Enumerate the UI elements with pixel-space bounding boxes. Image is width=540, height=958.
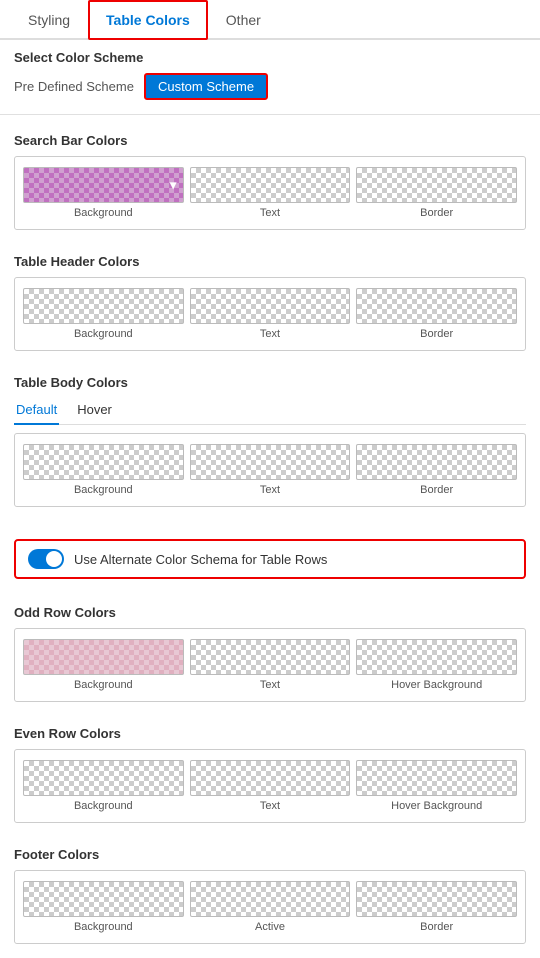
even-text-swatch[interactable]: Text [190,760,351,812]
footer-active-color[interactable] [190,881,351,917]
footer-active-swatch[interactable]: Active [190,881,351,933]
body-text-label: Text [260,484,280,496]
odd-hover-bg-label: Hover Background [391,679,482,691]
body-border-color[interactable] [356,444,517,480]
footer-bg-label: Background [74,921,133,933]
footer-border-color[interactable] [356,881,517,917]
footer-title: Footer Colors [14,847,526,862]
header-bg-color[interactable] [23,288,184,324]
toggle-label: Use Alternate Color Schema for Table Row… [74,552,327,567]
table-header-swatches: Background Text Border [14,277,526,351]
odd-hover-bg-swatch[interactable]: Hover Background [356,639,517,691]
search-bar-title: Search Bar Colors [14,133,526,148]
odd-bg-swatch[interactable]: Background [23,639,184,691]
alternate-color-toggle-row: Use Alternate Color Schema for Table Row… [14,539,526,579]
search-border-swatch[interactable]: Border [356,167,517,219]
body-text-color[interactable] [190,444,351,480]
odd-text-label: Text [260,679,280,691]
search-bg-color[interactable] [23,167,184,203]
even-text-color[interactable] [190,760,351,796]
search-text-swatch[interactable]: Text [190,167,351,219]
color-scheme-section: Select Color Scheme Pre Defined Scheme C… [0,40,540,110]
odd-bg-label: Background [74,679,133,691]
header-border-label: Border [420,328,453,340]
body-border-label: Border [420,484,453,496]
odd-bg-color[interactable] [23,639,184,675]
odd-row-section: Odd Row Colors Background Text Hover Bac… [0,595,540,716]
footer-section: Footer Colors Background Active Border [0,837,540,958]
body-border-swatch[interactable]: Border [356,444,517,496]
footer-bg-swatch[interactable]: Background [23,881,184,933]
odd-row-title: Odd Row Colors [14,605,526,620]
sub-tab-default[interactable]: Default [14,398,59,425]
body-bg-swatch[interactable]: Background [23,444,184,496]
toggle-section: Use Alternate Color Schema for Table Row… [0,521,540,595]
header-text-label: Text [260,328,280,340]
search-bar-swatches: Background Text Border [14,156,526,230]
search-text-label: Text [260,207,280,219]
tab-styling[interactable]: Styling [10,0,88,40]
even-row-title: Even Row Colors [14,726,526,741]
odd-hover-bg-color[interactable] [356,639,517,675]
footer-bg-color[interactable] [23,881,184,917]
alternate-color-toggle[interactable] [28,549,64,569]
even-text-label: Text [260,800,280,812]
even-hover-bg-swatch[interactable]: Hover Background [356,760,517,812]
even-row-section: Even Row Colors Background Text Hover Ba… [0,716,540,837]
search-border-color[interactable] [356,167,517,203]
odd-text-swatch[interactable]: Text [190,639,351,691]
color-scheme-title: Select Color Scheme [14,50,526,65]
header-bg-label: Background [74,328,133,340]
header-text-swatch[interactable]: Text [190,288,351,340]
tab-other[interactable]: Other [208,0,279,40]
search-bg-swatch[interactable]: Background [23,167,184,219]
footer-swatches: Background Active Border [14,870,526,944]
table-body-swatches: Background Text Border [14,433,526,507]
footer-border-label: Border [420,921,453,933]
body-text-swatch[interactable]: Text [190,444,351,496]
even-hover-bg-color[interactable] [356,760,517,796]
tab-table-colors[interactable]: Table Colors [88,0,208,40]
predefined-label: Pre Defined Scheme [14,79,134,94]
odd-row-swatches: Background Text Hover Background [14,628,526,702]
search-text-color[interactable] [190,167,351,203]
table-body-title: Table Body Colors [14,375,526,390]
body-bg-label: Background [74,484,133,496]
body-sub-tabs: Default Hover [14,398,526,425]
even-row-swatches: Background Text Hover Background [14,749,526,823]
odd-text-color[interactable] [190,639,351,675]
search-bar-section: Search Bar Colors Background Text Border [0,123,540,244]
body-bg-color[interactable] [23,444,184,480]
even-bg-color[interactable] [23,760,184,796]
footer-border-swatch[interactable]: Border [356,881,517,933]
header-text-color[interactable] [190,288,351,324]
even-bg-swatch[interactable]: Background [23,760,184,812]
table-header-title: Table Header Colors [14,254,526,269]
search-bg-label: Background [74,207,133,219]
header-border-swatch[interactable]: Border [356,288,517,340]
table-body-section: Table Body Colors Default Hover Backgrou… [0,365,540,521]
search-border-label: Border [420,207,453,219]
table-header-section: Table Header Colors Background Text Bord… [0,244,540,365]
scheme-row: Pre Defined Scheme Custom Scheme [14,73,526,100]
custom-scheme-button[interactable]: Custom Scheme [144,73,268,100]
even-hover-bg-label: Hover Background [391,800,482,812]
footer-active-label: Active [255,921,285,933]
header-bg-swatch[interactable]: Background [23,288,184,340]
tab-bar: Styling Table Colors Other [0,0,540,40]
header-border-color[interactable] [356,288,517,324]
even-bg-label: Background [74,800,133,812]
sub-tab-hover[interactable]: Hover [75,398,114,425]
